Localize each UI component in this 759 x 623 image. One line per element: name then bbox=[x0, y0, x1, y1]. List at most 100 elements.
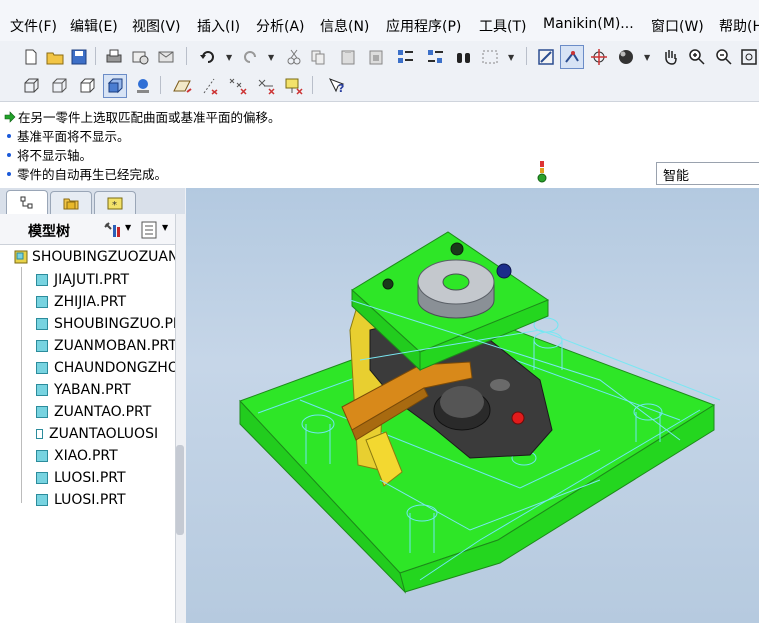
part-icon bbox=[36, 340, 48, 352]
menu-info[interactable]: 信息(N) bbox=[320, 16, 369, 36]
part-icon bbox=[36, 472, 48, 484]
hidden-line-icon[interactable] bbox=[47, 74, 71, 98]
spin-center-icon[interactable] bbox=[587, 45, 611, 69]
part-icon bbox=[36, 274, 48, 286]
tree-item-label: LUOSI.PRT bbox=[54, 470, 126, 486]
model-tree-tab[interactable] bbox=[6, 190, 48, 215]
wireframe-icon[interactable] bbox=[19, 74, 43, 98]
redo-dropdown-icon[interactable]: ▼ bbox=[268, 53, 274, 62]
menu-view[interactable]: 视图(V) bbox=[132, 16, 181, 36]
tree-item[interactable]: LUOSI.PRT bbox=[36, 470, 126, 486]
menu-tools[interactable]: 工具(T) bbox=[479, 16, 526, 36]
point-display-icon[interactable] bbox=[226, 74, 250, 98]
undo-icon[interactable] bbox=[196, 45, 220, 69]
tree-item-label: SHOUBINGZUOZUAN bbox=[32, 249, 175, 265]
settings-tools-icon[interactable] bbox=[103, 221, 121, 239]
open-folder-icon[interactable] bbox=[43, 45, 67, 69]
menu-edit[interactable]: 编辑(E) bbox=[70, 16, 118, 36]
message-area: 在另一零件上选取匹配曲面或基准平面的偏移。 基准平面将不显示。 将不显示轴。 零… bbox=[0, 101, 759, 188]
part-icon bbox=[36, 318, 48, 330]
folder-browser-tab[interactable] bbox=[50, 191, 92, 214]
context-help-icon[interactable]: ? bbox=[325, 74, 349, 98]
menu-manikin[interactable]: Manikin(M)... bbox=[543, 16, 634, 32]
menu-file[interactable]: 文件(F) bbox=[10, 16, 57, 36]
folder-browser-icon bbox=[63, 198, 79, 210]
tree-item[interactable]: ZUANMOBAN.PRT bbox=[36, 338, 175, 354]
bullet-icon bbox=[7, 133, 11, 138]
message-line: 在另一零件上选取匹配曲面或基准平面的偏移。 bbox=[4, 107, 281, 126]
csys-display-icon[interactable] bbox=[254, 74, 278, 98]
tree-item[interactable]: XIAO.PRT bbox=[36, 448, 118, 464]
tree-item-label: LUOSI.PRT bbox=[54, 492, 126, 508]
datum-display-icon[interactable] bbox=[560, 45, 584, 69]
menu-applications[interactable]: 应用程序(P) bbox=[386, 16, 461, 36]
send-mail-icon[interactable] bbox=[128, 45, 152, 69]
tree-item[interactable]: ZHIJIA.PRT bbox=[36, 294, 126, 310]
new-file-icon[interactable] bbox=[19, 45, 43, 69]
regen-manager-icon[interactable] bbox=[424, 45, 448, 69]
menu-insert[interactable]: 插入(I) bbox=[197, 16, 240, 36]
refit-view-icon[interactable] bbox=[534, 45, 558, 69]
plane-display-icon[interactable] bbox=[170, 74, 194, 98]
zoom-out-icon[interactable] bbox=[712, 45, 736, 69]
graphics-viewport[interactable] bbox=[186, 188, 759, 623]
paste-icon[interactable] bbox=[336, 45, 360, 69]
menu-window[interactable]: 窗口(W) bbox=[651, 16, 704, 36]
cut-icon[interactable] bbox=[282, 45, 306, 69]
select-box-icon[interactable] bbox=[478, 45, 502, 69]
redo-icon[interactable] bbox=[238, 45, 262, 69]
show-dropdown-icon[interactable]: ▼ bbox=[162, 223, 168, 232]
toolbar-display: ? bbox=[0, 70, 759, 101]
model-tree: SHOUBINGZUOZUAN JIAJUTI.PRT ZHIJIA.PRT S… bbox=[0, 245, 175, 623]
copy-icon[interactable] bbox=[306, 45, 330, 69]
zoom-fit-icon[interactable] bbox=[737, 45, 759, 69]
tree-item-label: XIAO.PRT bbox=[54, 448, 118, 464]
appearance-icon[interactable] bbox=[131, 74, 155, 98]
tree-root-item[interactable]: SHOUBINGZUOZUAN bbox=[14, 249, 175, 265]
tree-scrollbar[interactable] bbox=[175, 214, 186, 623]
favorites-tab[interactable]: * bbox=[94, 191, 136, 214]
tree-item[interactable]: ZUANTAO.PRT bbox=[36, 404, 151, 420]
part-icon bbox=[36, 384, 48, 396]
tree-item[interactable]: CHAUNDONGZHOU bbox=[36, 360, 175, 376]
message-text: 零件的自动再生已经完成。 bbox=[17, 167, 168, 182]
status-light-icon bbox=[537, 161, 547, 183]
tree-item[interactable]: LUOSI.PRT bbox=[36, 492, 126, 508]
menu-help[interactable]: 帮助(H) bbox=[719, 16, 759, 36]
tree-item[interactable]: JIAJUTI.PRT bbox=[36, 272, 129, 288]
part-icon bbox=[36, 450, 48, 462]
sphere-dropdown-icon[interactable]: ▼ bbox=[644, 53, 650, 62]
paste-special-icon[interactable] bbox=[364, 45, 388, 69]
find-icon[interactable] bbox=[452, 45, 476, 69]
regenerate-icon[interactable] bbox=[394, 45, 418, 69]
tree-item[interactable]: SHOUBINGZUO.PRT bbox=[36, 316, 175, 332]
selection-filter-value: 智能 bbox=[663, 169, 690, 184]
tree-item[interactable]: ZUANTAOLUOSI bbox=[36, 426, 158, 442]
toolbar-main: ▼ ▼ ▼ ▼ bbox=[0, 41, 759, 72]
axis-display-icon[interactable] bbox=[198, 74, 222, 98]
menu-analysis[interactable]: 分析(A) bbox=[256, 16, 305, 36]
mail-icon[interactable] bbox=[154, 45, 178, 69]
tree-item[interactable]: YABAN.PRT bbox=[36, 382, 131, 398]
message-text: 将不显示轴。 bbox=[17, 148, 93, 163]
tree-scrollbar-thumb[interactable] bbox=[176, 445, 184, 535]
save-icon[interactable] bbox=[67, 45, 91, 69]
sphere-icon[interactable] bbox=[614, 45, 638, 69]
tree-item-label: ZHIJIA.PRT bbox=[54, 294, 126, 310]
svg-text:*: * bbox=[112, 200, 117, 210]
shading-icon[interactable] bbox=[103, 74, 127, 98]
show-list-icon[interactable] bbox=[141, 221, 157, 239]
no-hidden-icon[interactable] bbox=[75, 74, 99, 98]
print-icon[interactable] bbox=[102, 45, 126, 69]
part-icon bbox=[36, 429, 43, 439]
settings-dropdown-icon[interactable]: ▼ bbox=[125, 223, 131, 232]
annotation-display-icon[interactable] bbox=[282, 74, 306, 98]
menu-bar: 文件(F) 编辑(E) 视图(V) 插入(I) 分析(A) 信息(N) 应用程序… bbox=[0, 0, 759, 45]
zoom-in-icon[interactable] bbox=[685, 45, 709, 69]
select-box-dropdown-icon[interactable]: ▼ bbox=[508, 53, 514, 62]
undo-dropdown-icon[interactable]: ▼ bbox=[226, 53, 232, 62]
selection-filter-dropdown[interactable]: 智能 bbox=[656, 162, 759, 185]
pan-hand-icon[interactable] bbox=[658, 45, 682, 69]
message-line: 零件的自动再生已经完成。 bbox=[4, 164, 167, 183]
message-line: 将不显示轴。 bbox=[4, 145, 92, 164]
